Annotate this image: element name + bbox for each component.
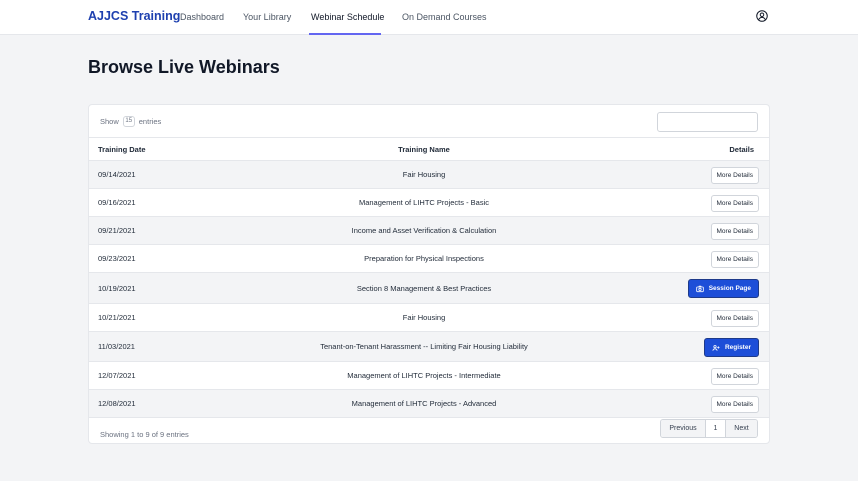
previous-page-button[interactable]: Previous (661, 420, 706, 437)
nav-link-your-library[interactable]: Your Library (243, 12, 291, 22)
nav-link-dashboard[interactable]: Dashboard (180, 12, 224, 22)
register-label: Register (724, 344, 751, 351)
column-header-details: Details (729, 145, 754, 154)
table-search-input[interactable] (657, 112, 758, 132)
more-details-button[interactable]: More Details (710, 251, 759, 268)
nav-link-webinar-schedule[interactable]: Webinar Schedule (311, 12, 384, 22)
table-row: 12/08/2021 Management of LIHTC Projects -… (89, 390, 769, 418)
camera-icon (695, 285, 704, 292)
more-details-button[interactable]: More Details (710, 195, 759, 212)
more-details-button[interactable]: More Details (710, 223, 759, 240)
brand-logo-text[interactable]: AJJCS Training (88, 9, 180, 23)
table-row: 09/21/2021 Income and Asset Verification … (89, 217, 769, 245)
more-details-button[interactable]: More Details (710, 396, 759, 413)
entries-label: entries (138, 117, 162, 126)
pagination: Previous 1 Next (660, 419, 758, 438)
more-details-button[interactable]: More Details (710, 368, 759, 385)
training-name-cell: Management of LIHTC Projects - Basic (358, 198, 490, 207)
register-button[interactable]: Register (703, 338, 759, 357)
session-page-label: Session Page (708, 285, 751, 292)
table-info: Showing 1 to 9 of 9 entries (100, 430, 189, 439)
training-name-cell: Fair Housing (402, 313, 446, 322)
training-name-cell: Section 8 Management & Best Practices (356, 284, 492, 293)
webinar-table-card: Show 15 entries Training Date Training N… (88, 104, 770, 444)
table-row: 09/23/2021 Preparation for Physical Inspe… (89, 245, 769, 273)
more-details-button[interactable]: More Details (710, 167, 759, 184)
user-circle-icon[interactable] (756, 10, 768, 22)
page-1-button[interactable]: 1 (706, 420, 726, 437)
active-tab-indicator (309, 33, 381, 35)
more-details-button[interactable]: More Details (710, 310, 759, 327)
table-row: 09/14/2021 Fair Housing More Details (89, 161, 769, 189)
nav-link-on-demand-courses[interactable]: On Demand Courses (402, 12, 487, 22)
page-length-control: Show 15 entries (100, 116, 161, 127)
table-row: 11/03/2021 Tenant-on-Tenant Harassment --… (89, 332, 769, 362)
training-name-cell: Preparation for Physical Inspections (364, 254, 484, 263)
training-name-cell: Income and Asset Verification & Calculat… (351, 226, 497, 235)
training-name-cell: Management of LIHTC Projects - Advanced (351, 399, 497, 408)
top-navbar: AJJCS Training Dashboard Your Library We… (0, 0, 858, 35)
table-header: Training Date Training Name Details (89, 137, 769, 161)
table-row: 09/16/2021 Management of LIHTC Projects -… (89, 189, 769, 217)
session-page-button[interactable]: Session Page (687, 279, 759, 298)
column-header-training-name[interactable]: Training Name (89, 145, 759, 154)
page-length-select[interactable]: 15 (122, 116, 135, 127)
training-name-cell: Management of LIHTC Projects - Intermedi… (347, 371, 501, 380)
page-title: Browse Live Webinars (88, 57, 280, 77)
table-row: 10/19/2021 Section 8 Management & Best Pr… (89, 273, 769, 304)
table-row: 10/21/2021 Fair Housing More Details (89, 304, 769, 332)
table-row: 12/07/2021 Management of LIHTC Projects -… (89, 362, 769, 390)
show-label: Show (100, 117, 119, 126)
next-page-button[interactable]: Next (726, 420, 757, 437)
training-name-cell: Fair Housing (402, 170, 446, 179)
training-name-cell: Tenant-on-Tenant Harassment -- Limiting … (320, 342, 528, 351)
user-plus-icon (712, 344, 720, 351)
